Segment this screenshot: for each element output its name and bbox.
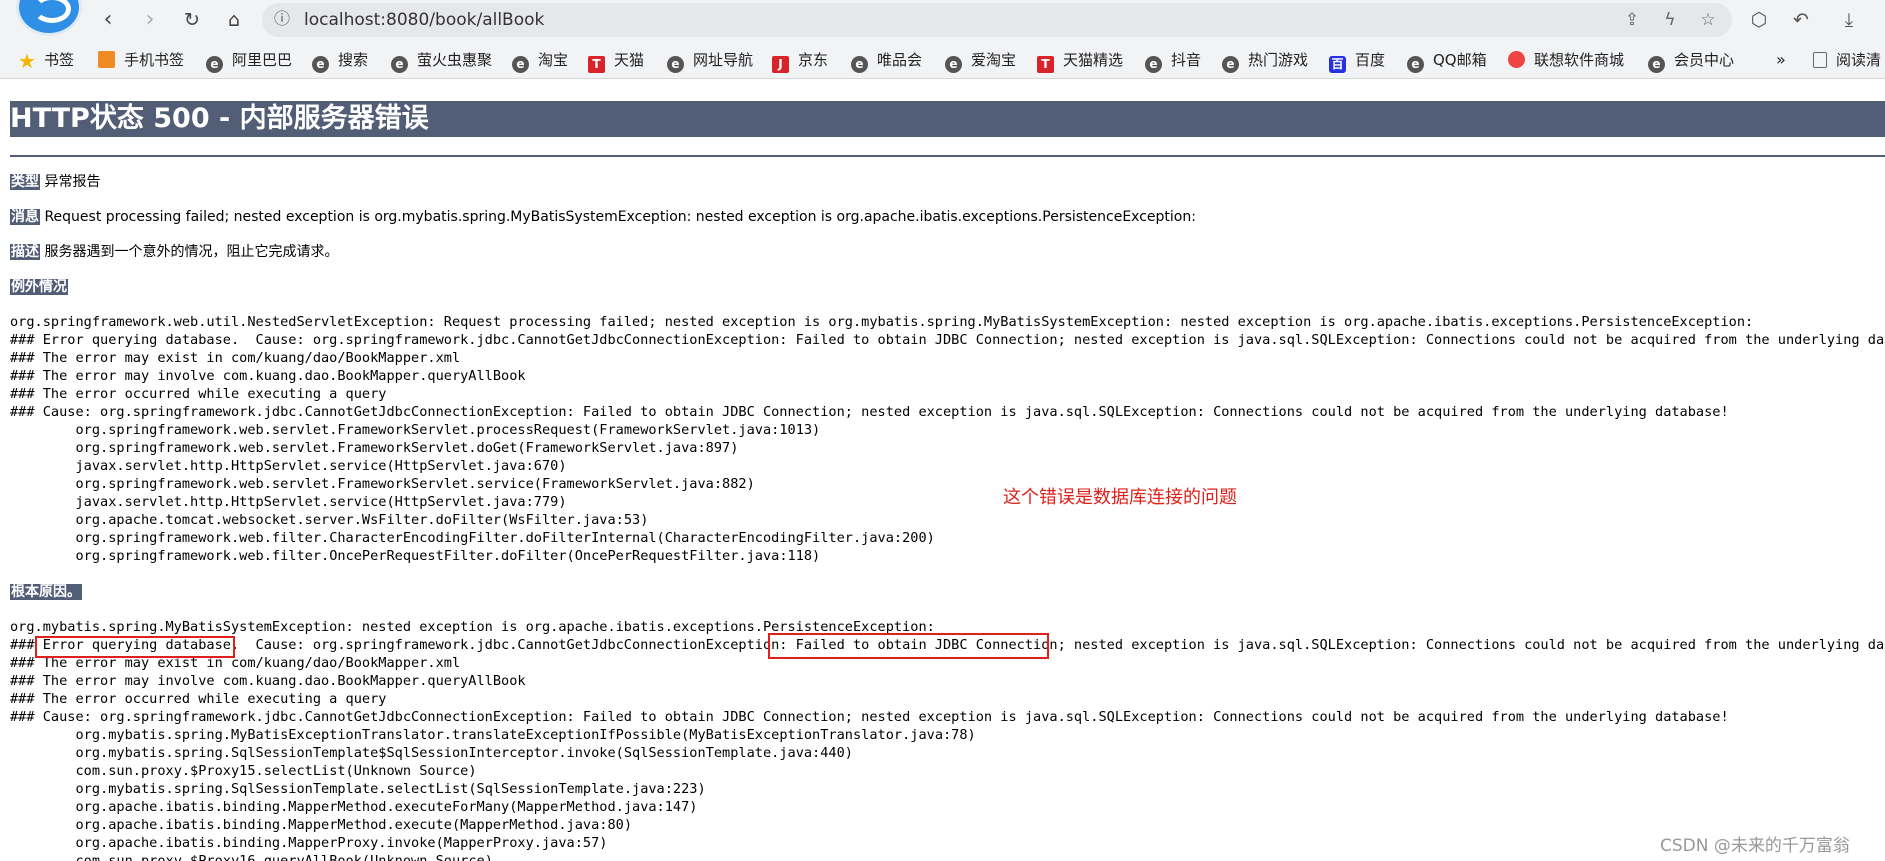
bookmark-label: 热门游戏 — [1248, 51, 1309, 69]
site-info-icon[interactable]: ⓘ — [272, 9, 292, 29]
bookmark-label: 联想软件商城 — [1534, 51, 1625, 69]
bookmark-label: 淘宝 — [538, 51, 569, 69]
home-icon[interactable]: ⌂ — [220, 6, 248, 34]
bookmark-item[interactable]: 联想软件商城 — [1508, 49, 1624, 71]
bookmark-item[interactable]: e 网址导航 — [667, 49, 754, 73]
lightning-icon[interactable]: ϟ — [1658, 9, 1682, 31]
bookmark-item[interactable]: e 搜索 — [312, 49, 369, 73]
bookmark-label: 抖音 — [1171, 51, 1202, 69]
address-url[interactable]: localhost:8080/book/allBook — [304, 9, 544, 31]
bookmark-label: 搜索 — [338, 51, 369, 69]
bookmarks-bar: ★ 书签 手机书签 e 阿里巴巴 e 搜索 e 萤火虫惠聚 e 淘宝 T 天猫 e 网址导航 … — [0, 40, 1885, 79]
error-page: HTTP状态 500 - 内部服务器错误 类型 异常报告 消息 Request … — [0, 79, 1885, 861]
tmall-icon: T — [1037, 56, 1054, 73]
bookmark-item[interactable]: T 天猫 — [588, 49, 645, 73]
e-icon: e — [512, 56, 529, 73]
description-value: 服务器遇到一个意外的情况，阻止它完成请求。 — [44, 244, 339, 260]
description-label: 描述 — [10, 244, 40, 260]
reload-icon[interactable]: ↻ — [178, 6, 206, 34]
highlight-box-error-querying — [35, 636, 235, 658]
bookmark-label: 京东 — [798, 51, 829, 69]
annotation-note: 这个错误是数据库连接的问题 — [1003, 487, 1237, 508]
star-icon: ★ — [18, 49, 36, 73]
page-title: HTTP状态 500 - 内部服务器错误 — [10, 101, 1885, 137]
bookmark-item[interactable]: 百百度 — [1329, 49, 1386, 73]
e-icon: e — [667, 56, 684, 73]
bookmark-label: 爱淘宝 — [971, 51, 1017, 69]
bookmark-label: 书签 — [44, 51, 75, 69]
e-icon: e — [1222, 56, 1239, 73]
bookmark-item[interactable]: e QQ邮箱 — [1407, 49, 1487, 73]
browser-logo-icon — [16, 0, 82, 36]
bookmark-item[interactable]: e 阿里巴巴 — [206, 49, 293, 73]
bookmark-item[interactable]: 手机书签 — [98, 49, 184, 71]
forward-icon[interactable]: › — [136, 6, 164, 34]
bookmark-item[interactable]: J 京东 — [772, 49, 829, 73]
undo-icon[interactable]: ↶ — [1788, 8, 1814, 32]
e-icon: e — [1648, 56, 1665, 73]
divider — [10, 155, 1885, 157]
highlight-box-failed-connection — [768, 633, 1049, 659]
bookmark-label: 唯品会 — [877, 51, 923, 69]
bookmark-label: 网址导航 — [693, 51, 754, 69]
extensions-icon[interactable]: ⬡ — [1746, 8, 1772, 32]
type-row: 类型 异常报告 — [10, 172, 100, 192]
bookmark-label: QQ邮箱 — [1433, 51, 1487, 69]
bookmark-item[interactable]: e 淘宝 — [512, 49, 569, 73]
tmall-icon: T — [588, 56, 605, 73]
bookmark-item[interactable]: e 爱淘宝 — [945, 49, 1017, 73]
bookmark-item[interactable]: e 唯品会 — [851, 49, 923, 73]
bookmark-item[interactable]: e 抖音 — [1145, 49, 1202, 73]
e-icon: e — [1145, 56, 1162, 73]
type-label: 类型 — [10, 174, 40, 190]
bookmark-label: 天猫 — [614, 51, 645, 69]
e-icon: e — [851, 56, 868, 73]
description-row: 描述 服务器遇到一个意外的情况，阻止它完成请求。 — [10, 242, 338, 262]
bookmark-item[interactable]: T 天猫精选 — [1037, 49, 1124, 73]
lenovo-icon — [1508, 51, 1525, 68]
phone-icon — [98, 51, 115, 68]
bookmark-label: 阅读清 — [1836, 51, 1882, 69]
bookmark-item[interactable]: e 会员中心 — [1648, 49, 1735, 73]
jd-icon: J — [772, 56, 789, 73]
bookmark-label: 阿里巴巴 — [232, 51, 293, 69]
download-icon[interactable]: ⤓ — [1836, 8, 1862, 32]
bookmark-item[interactable]: ★ 书签 — [18, 49, 74, 71]
type-value: 异常报告 — [44, 174, 101, 190]
exception-trace: org.springframework.web.util.NestedServl… — [10, 314, 1885, 564]
bookmark-label: 天猫精选 — [1063, 51, 1124, 69]
bookmark-label: 萤火虫惠聚 — [417, 51, 493, 69]
address-bar[interactable]: ⓘ localhost:8080/book/allBook ⇪ ϟ ☆ — [262, 3, 1732, 37]
favorite-star-icon[interactable]: ☆ — [1696, 9, 1720, 31]
message-label: 消息 — [10, 209, 40, 225]
baidu-icon: 百 — [1329, 56, 1346, 73]
back-icon[interactable]: ‹ — [94, 6, 122, 34]
reading-list-icon — [1813, 52, 1827, 68]
root-cause-label: 根本原因。 — [10, 584, 82, 600]
exception-label: 例外情况 — [10, 279, 68, 295]
bookmark-item[interactable]: e 萤火虫惠聚 — [391, 49, 493, 73]
bookmark-label: 手机书签 — [124, 51, 185, 69]
e-icon: e — [312, 56, 329, 73]
bookmarks-overflow-button[interactable]: » — [1776, 49, 1786, 71]
e-icon: e — [391, 56, 408, 73]
share-icon[interactable]: ⇪ — [1620, 9, 1644, 31]
root-cause-heading: 根本原因。 — [10, 582, 82, 602]
exception-heading: 例外情况 — [10, 277, 68, 297]
bookmark-label: 会员中心 — [1674, 51, 1735, 69]
e-icon: e — [206, 56, 223, 73]
browser-toolbar: ‹ › ↻ ⌂ ⓘ localhost:8080/book/allBook ⇪ … — [0, 0, 1885, 40]
e-icon: e — [1407, 56, 1424, 73]
e-icon: e — [945, 56, 962, 73]
message-value: Request processing failed; nested except… — [44, 209, 1196, 225]
message-row: 消息 Request processing failed; nested exc… — [10, 207, 1196, 227]
watermark: CSDN @未来的千万富翁 — [1660, 836, 1850, 856]
bookmark-label: 百度 — [1355, 51, 1386, 69]
bookmark-item[interactable]: 阅读清 — [1813, 49, 1881, 71]
bookmark-item[interactable]: e 热门游戏 — [1222, 49, 1309, 73]
